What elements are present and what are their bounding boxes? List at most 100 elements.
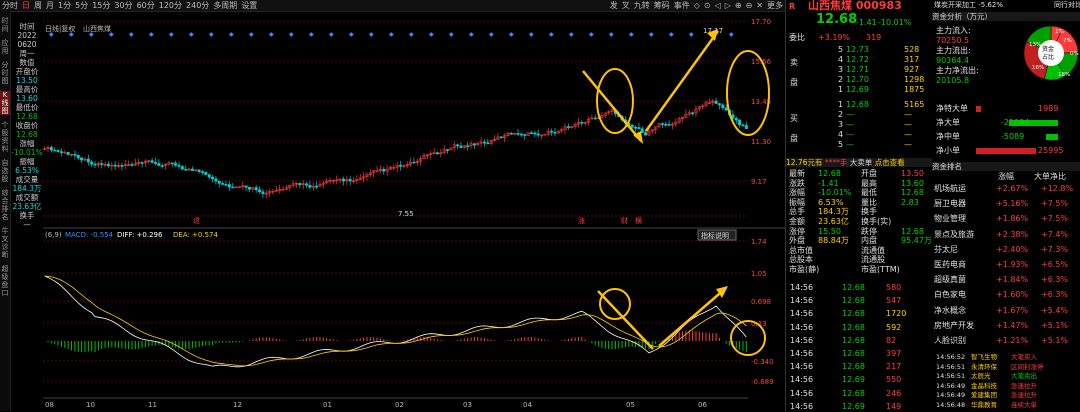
toolbar-tool-7[interactable]: ◁: [713, 0, 723, 11]
toolbar-period-8[interactable]: 60分: [135, 0, 157, 11]
toolbar-period-10[interactable]: 240分: [184, 0, 211, 11]
event-marker[interactable]: ◆: [169, 31, 174, 38]
alert-stock[interactable]: 金晶科技: [971, 381, 997, 391]
left-tab-5[interactable]: 自选股: [0, 159, 10, 183]
event-tag[interactable]: 财: [621, 216, 628, 225]
toolbar-tool-8[interactable]: ▷: [723, 0, 733, 11]
event-marker[interactable]: ◆: [369, 31, 374, 38]
sector-name[interactable]: 人脸识别: [934, 336, 966, 346]
toolbar-tool-3[interactable]: 筹码: [652, 0, 672, 11]
event-tag[interactable]: 退: [193, 216, 200, 225]
sector-name[interactable]: 净水概念: [934, 306, 966, 316]
sector-name[interactable]: 超级真菌: [934, 275, 966, 285]
event-marker[interactable]: ◆: [189, 31, 194, 38]
toolbar-period-2[interactable]: 周: [32, 0, 44, 11]
event-marker[interactable]: ◆: [669, 31, 674, 38]
trade-header-d[interactable]: 点击查看: [875, 158, 905, 167]
event-marker[interactable]: ◆: [689, 31, 694, 38]
event-marker[interactable]: ◆: [409, 31, 414, 38]
event-marker[interactable]: ◆: [109, 31, 114, 38]
toolbar-tool-9[interactable]: ⊕: [733, 0, 744, 11]
alert-stock[interactable]: 永清环保: [971, 362, 997, 372]
sector-col-change[interactable]: 涨幅: [998, 172, 1014, 182]
toolbar-tool-11[interactable]: ✕: [754, 0, 765, 11]
event-marker[interactable]: ◆: [329, 31, 334, 38]
sector-name[interactable]: 白色家电: [934, 290, 966, 300]
sector-name[interactable]: 医药电商: [934, 260, 966, 270]
event-tag[interactable]: 横: [635, 216, 642, 225]
toolbar-period-12[interactable]: 设置: [239, 0, 259, 11]
event-marker[interactable]: ◆: [209, 31, 214, 38]
event-marker[interactable]: ◆: [89, 31, 94, 38]
left-tab-8[interactable]: 超级盘口: [0, 265, 10, 297]
bid-price[interactable]: 12.68: [846, 100, 869, 110]
indicator-help-label[interactable]: 指标说明: [701, 231, 729, 240]
toolbar-tool-10[interactable]: ⊖: [744, 0, 755, 11]
event-marker[interactable]: ◆: [429, 31, 434, 38]
left-tab-7[interactable]: 牛叉诊断: [0, 227, 10, 259]
event-marker[interactable]: ◆: [589, 31, 594, 38]
event-marker[interactable]: ◆: [49, 31, 54, 38]
toolbar-tool-12[interactable]: 更多: [765, 0, 785, 11]
sector-col-net[interactable]: 大单净比: [1034, 172, 1066, 182]
event-marker[interactable]: ◆: [529, 31, 534, 38]
toolbar-period-7[interactable]: 30分: [112, 0, 134, 11]
ask-price[interactable]: 12.73: [846, 45, 869, 55]
event-marker[interactable]: ◆: [149, 31, 154, 38]
event-marker[interactable]: ◆: [629, 31, 634, 38]
sector-name[interactable]: 物业管理: [934, 214, 966, 224]
bid-price[interactable]: —: [846, 110, 854, 120]
left-tab-2[interactable]: 分时图: [0, 61, 10, 85]
toolbar-tool-5[interactable]: ◇: [692, 0, 702, 11]
event-marker[interactable]: ◆: [609, 31, 614, 38]
event-marker[interactable]: ◆: [309, 31, 314, 38]
event-marker[interactable]: ◆: [649, 31, 654, 38]
left-tab-1[interactable]: 应用: [0, 39, 10, 55]
event-marker[interactable]: ◆: [249, 31, 254, 38]
ask-price[interactable]: 12.69: [846, 85, 869, 95]
toolbar-tool-6[interactable]: ⊙: [702, 0, 713, 11]
sector-name[interactable]: 景点及旅游: [934, 230, 974, 240]
kline-chart[interactable]: 17.7015.5613.4511.309.17日线|复权 山西焦煤◆ ◆ ◆ ◆ ◆ ◆ ◆…: [43, 11, 785, 411]
bid-price[interactable]: —: [846, 130, 854, 140]
sector-name[interactable]: 房地产开发: [934, 321, 974, 331]
ask-price[interactable]: 12.72: [846, 55, 869, 65]
toolbar-tool-1[interactable]: 叉: [620, 0, 632, 11]
event-marker[interactable]: ◆: [69, 31, 74, 38]
toolbar-period-0[interactable]: 分时: [0, 0, 20, 11]
toolbar-period-3[interactable]: 月: [44, 0, 56, 11]
event-marker[interactable]: ◆: [269, 31, 274, 38]
event-marker[interactable]: ◆: [569, 31, 574, 38]
toolbar-period-1[interactable]: 日: [20, 0, 32, 11]
event-marker[interactable]: ◆: [729, 31, 734, 38]
alert-stock[interactable]: 华鼎教育: [971, 400, 997, 410]
sector-name[interactable]: 机场航运: [934, 184, 966, 194]
event-marker[interactable]: ◆: [469, 31, 474, 38]
compare-link[interactable]: 同行对比: [1054, 0, 1080, 10]
event-marker[interactable]: ◆: [549, 31, 554, 38]
left-tab-6[interactable]: 综合排名: [0, 189, 10, 221]
toolbar-period-9[interactable]: 120分: [157, 0, 184, 11]
sector-name[interactable]: 芬太尼: [934, 245, 958, 255]
ask-price[interactable]: 12.70: [846, 75, 869, 85]
toolbar-tool-0[interactable]: 发: [608, 0, 620, 11]
event-marker[interactable]: ◆: [129, 31, 134, 38]
left-tab-3[interactable]: K线图: [0, 91, 10, 115]
left-tab-4[interactable]: 个股资料: [0, 121, 10, 153]
event-marker[interactable]: ◆: [389, 31, 394, 38]
event-marker[interactable]: ◆: [509, 31, 514, 38]
toolbar-period-4[interactable]: 1分: [56, 0, 73, 11]
toolbar-period-11[interactable]: 多周期: [211, 0, 239, 11]
event-marker[interactable]: ◆: [229, 31, 234, 38]
bid-price[interactable]: —: [846, 140, 854, 150]
event-marker[interactable]: ◆: [289, 31, 294, 38]
toolbar-tool-4[interactable]: 事件: [672, 0, 692, 11]
event-marker[interactable]: ◆: [349, 31, 354, 38]
alert-stock[interactable]: 爱建集团: [971, 390, 997, 400]
event-tag[interactable]: 涨: [578, 216, 585, 225]
toolbar-period-5[interactable]: 5分: [73, 0, 90, 11]
bid-price[interactable]: —: [846, 120, 854, 130]
ask-price[interactable]: 12.71: [846, 65, 869, 75]
sector-name[interactable]: 厨卫电器: [934, 199, 966, 209]
event-marker[interactable]: ◆: [489, 31, 494, 38]
